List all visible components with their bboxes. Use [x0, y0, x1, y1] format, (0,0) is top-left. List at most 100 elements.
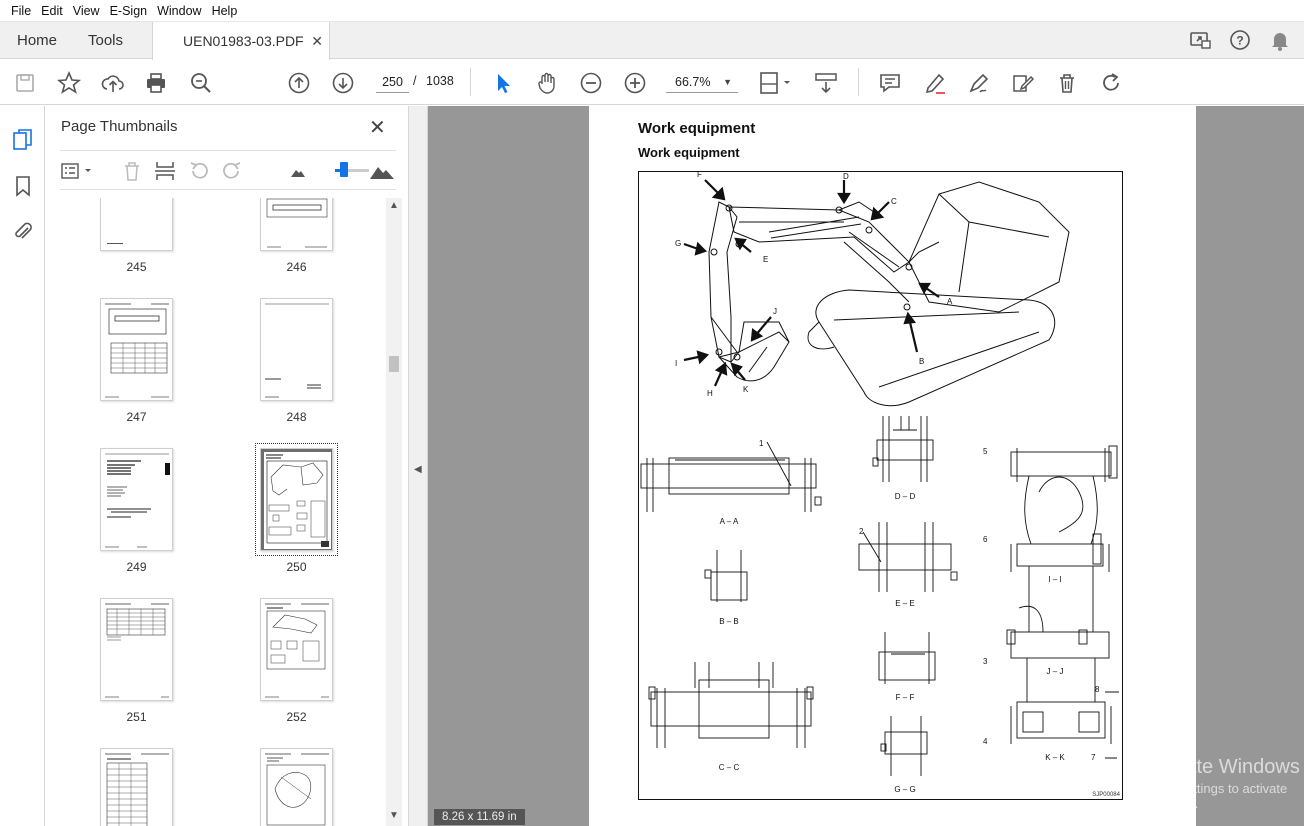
callout-J: J — [773, 307, 777, 316]
thumbnail-page-252[interactable] — [260, 598, 333, 701]
close-icon[interactable]: ✕ — [369, 115, 386, 140]
section-label-g: G – G — [894, 785, 915, 794]
chevron-down-icon: ▼ — [723, 77, 732, 87]
menu-window[interactable]: Window — [152, 4, 206, 18]
page-separator: / — [413, 74, 417, 88]
section-label-k: K – K — [1045, 753, 1065, 762]
section-label-i: I – I — [1048, 575, 1061, 584]
scrollbar-thumb[interactable] — [389, 356, 399, 372]
thumbnail-page-246[interactable] — [260, 198, 333, 251]
menu-view[interactable]: View — [68, 4, 105, 18]
thumbnail-page-251[interactable] — [100, 598, 173, 701]
left-nav-rail — [0, 106, 45, 826]
work-equipment-figure: A B C D E F G H I J K A – A B – B C – C … — [638, 171, 1123, 800]
thumbnail-page-249[interactable] — [100, 448, 173, 551]
menu-file[interactable]: File — [6, 4, 36, 18]
previous-page-icon[interactable] — [286, 70, 312, 96]
thumbnail-options-icon[interactable] — [60, 159, 96, 183]
search-zoom-icon[interactable] — [188, 70, 214, 96]
document-view[interactable]: Work equipment Work equipment A B C D E … — [428, 106, 1304, 826]
edit-text-icon[interactable] — [1010, 70, 1036, 96]
scroll-mode-icon[interactable] — [813, 70, 839, 96]
zoom-out-icon[interactable] — [578, 70, 604, 96]
help-icon[interactable]: ? — [1228, 28, 1252, 52]
thumbnail-scrollbar[interactable]: ▲ ▼ — [386, 198, 402, 826]
close-tab-icon[interactable]: ✕ — [311, 33, 323, 50]
tab-bar: Home Tools UEN01983-03.PDF ✕ ? — [0, 22, 1304, 60]
hand-tool-icon[interactable] — [534, 70, 560, 96]
part-number-2: 2 — [859, 527, 864, 536]
collapse-panel-icon[interactable]: ◀ — [414, 464, 422, 475]
scroll-down-icon[interactable]: ▼ — [389, 810, 399, 821]
scroll-up-icon[interactable]: ▲ — [389, 200, 399, 211]
zoom-in-icon[interactable] — [622, 70, 648, 96]
thumbnail-label: 248 — [286, 410, 307, 424]
figure-code: SJP00084 — [1092, 792, 1120, 798]
menu-bar: File Edit View E-Sign Window Help — [0, 0, 1304, 22]
zoom-level-select[interactable]: 66.7% ▼ — [666, 71, 738, 93]
insert-page-icon[interactable] — [153, 159, 177, 183]
share-screen-icon[interactable] — [1188, 28, 1212, 52]
thumbnail-page-248[interactable] — [260, 298, 333, 401]
zoom-level-value: 66.7% — [675, 75, 711, 89]
small-thumbnail-icon[interactable] — [286, 159, 310, 183]
thumbnail-size-slider[interactable] — [335, 162, 369, 177]
main-toolbar: 250 / 1038 66.7% ▼ — [0, 60, 1304, 105]
menu-help[interactable]: Help — [207, 4, 243, 18]
thumbnail-page-253[interactable] — [100, 748, 173, 826]
attachment-paperclip-icon[interactable] — [11, 220, 35, 244]
thumbnail-label: 250 — [286, 560, 307, 574]
callout-G: G — [675, 239, 681, 248]
tab-home[interactable]: Home — [17, 22, 57, 59]
toolbar-divider-2 — [858, 68, 859, 96]
section-label-j: J – J — [1047, 667, 1064, 676]
page-thumbnails-icon[interactable] — [11, 128, 35, 152]
menu-esign[interactable]: E-Sign — [105, 4, 153, 18]
page-title: Work equipment — [638, 120, 756, 137]
callout-F: F — [697, 172, 702, 179]
rotate-icon[interactable] — [1098, 70, 1124, 96]
thumbnail-list: 245 246 247 248 249 250 251 252 — [60, 198, 386, 826]
svg-text:?: ? — [1236, 34, 1243, 48]
large-thumbnail-icon[interactable] — [368, 159, 396, 183]
callout-A: A — [947, 297, 953, 306]
panel-splitter[interactable]: ◀ — [408, 106, 428, 826]
callout-D: D — [843, 172, 849, 181]
tab-tools[interactable]: Tools — [88, 22, 123, 59]
activate-windows-watermark: Activate Windows Go to Settings to activ… — [1142, 756, 1304, 811]
star-icon[interactable] — [56, 70, 82, 96]
rotate-clockwise-icon[interactable] — [220, 159, 244, 183]
thumbnail-toolbar — [60, 150, 396, 190]
panel-title: Page Thumbnails — [61, 118, 178, 135]
draw-pen-icon[interactable] — [966, 70, 992, 96]
thumbnail-label: 252 — [286, 710, 307, 724]
thumbnail-label: 245 — [126, 260, 147, 274]
comment-icon[interactable] — [877, 70, 903, 96]
bookmark-icon[interactable] — [11, 174, 35, 198]
section-label-c: C – C — [719, 763, 740, 772]
thumbnail-label: 249 — [126, 560, 147, 574]
thumbnail-page-247[interactable] — [100, 298, 173, 401]
section-label-b: B – B — [719, 617, 739, 626]
next-page-icon[interactable] — [330, 70, 356, 96]
rotate-counterclockwise-icon[interactable] — [187, 159, 211, 183]
callout-I: I — [675, 359, 677, 368]
thumbnail-page-245[interactable] — [100, 198, 173, 251]
notification-bell-icon[interactable] — [1268, 28, 1292, 52]
highlight-pen-icon[interactable] — [922, 70, 948, 96]
thumbnail-page-250[interactable] — [255, 443, 338, 556]
upload-cloud-icon[interactable] — [100, 70, 126, 96]
fit-page-icon[interactable] — [757, 70, 793, 96]
save-icon[interactable] — [12, 70, 38, 96]
page-number-input[interactable]: 250 — [376, 71, 409, 93]
excavator-diagram: A B C D E F G H I J K A – A B – B C – C … — [640, 172, 1119, 794]
print-icon[interactable] — [143, 70, 169, 96]
delete-page-icon[interactable] — [120, 159, 144, 183]
select-cursor-icon[interactable] — [490, 70, 516, 96]
page-total: 1038 — [426, 74, 454, 88]
thumbnail-label: 251 — [126, 710, 147, 724]
menu-edit[interactable]: Edit — [36, 4, 68, 18]
thumbnail-page-254[interactable] — [260, 748, 333, 826]
tab-document[interactable]: UEN01983-03.PDF ✕ — [152, 22, 330, 60]
delete-trash-icon[interactable] — [1054, 70, 1080, 96]
